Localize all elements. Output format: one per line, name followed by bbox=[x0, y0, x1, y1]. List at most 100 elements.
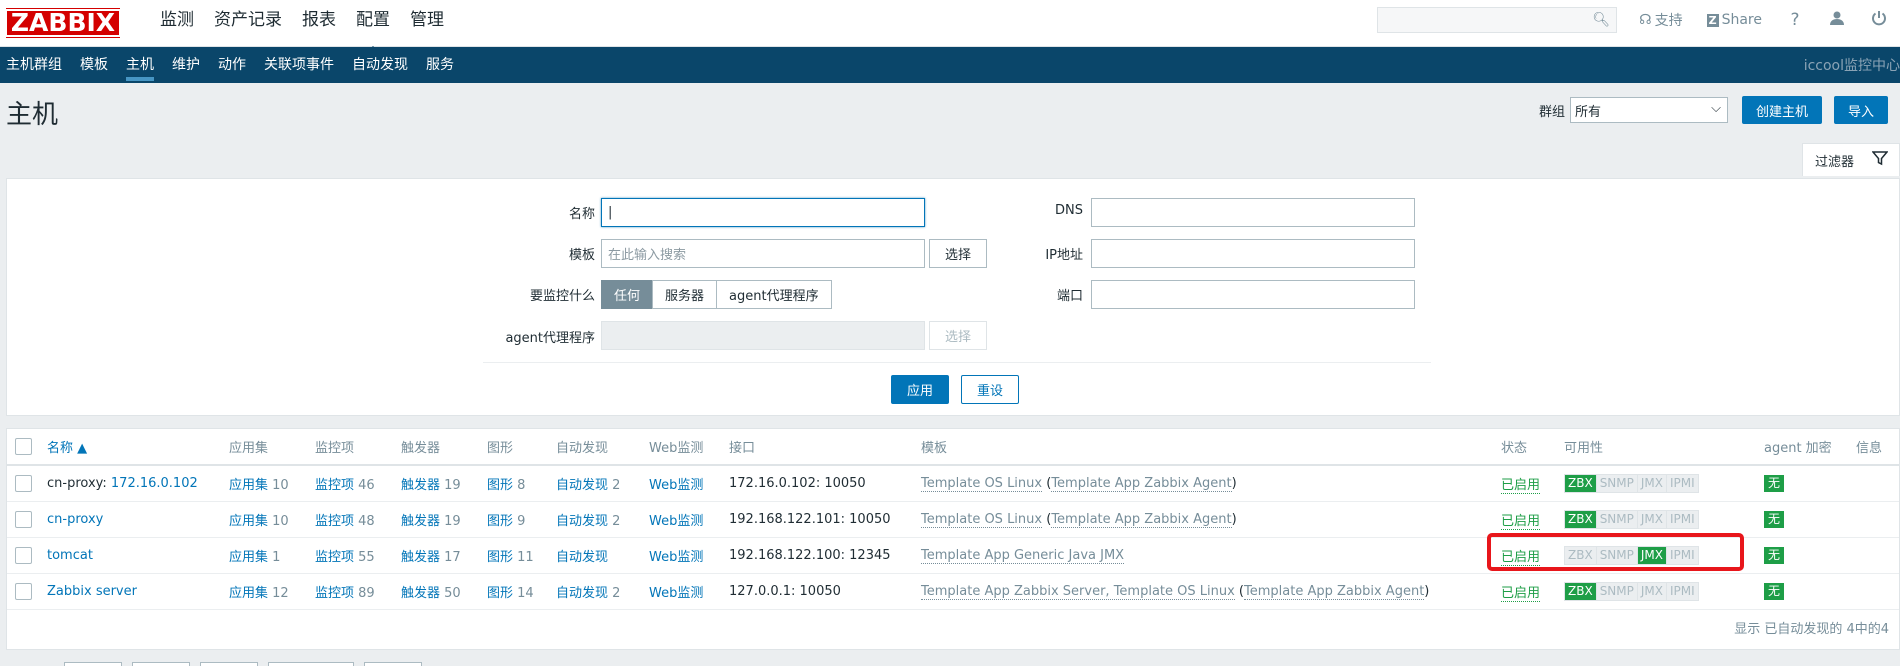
submenu-templates[interactable]: 模板 bbox=[80, 47, 120, 83]
group-select[interactable]: 所有 ⌵ bbox=[1569, 97, 1728, 123]
row-checkbox[interactable] bbox=[15, 510, 32, 528]
template-select-button[interactable]: 选择 bbox=[929, 239, 987, 268]
discovery-link[interactable]: 自动发现 bbox=[556, 550, 608, 565]
help-icon[interactable]: ? bbox=[1786, 10, 1804, 30]
search-icon[interactable]: 🔍︎ bbox=[1592, 12, 1610, 28]
row-checkbox[interactable] bbox=[15, 546, 32, 564]
graphs-link[interactable]: 图形 bbox=[487, 514, 513, 529]
host-name-link[interactable]: 172.16.0.102 bbox=[111, 476, 198, 491]
submenu-maintenance[interactable]: 维护 bbox=[172, 47, 212, 83]
triggers-link[interactable]: 触发器 bbox=[401, 550, 440, 565]
submenu-correlation[interactable]: 关联项事件 bbox=[264, 47, 346, 83]
submenu-discovery[interactable]: 自动发现 bbox=[352, 47, 420, 83]
support-link[interactable]: ☊ 支持 bbox=[1639, 10, 1682, 30]
filter-name-input[interactable]: | bbox=[601, 198, 925, 227]
parent-template-link[interactable]: Template App Zabbix Agent bbox=[1051, 511, 1232, 528]
host-name-link[interactable]: Zabbix server bbox=[47, 584, 137, 599]
parent-template-link[interactable]: Template App Zabbix Agent bbox=[1244, 583, 1425, 600]
template-link[interactable]: Template OS Linux bbox=[921, 475, 1043, 492]
row-checkbox[interactable] bbox=[15, 474, 32, 492]
web-monitoring-link[interactable]: Web监测 bbox=[649, 478, 703, 493]
availability-ipmi: IPMI bbox=[1667, 582, 1698, 600]
applications-link[interactable]: 应用集 bbox=[229, 550, 268, 565]
create-host-button[interactable]: 创建主机 bbox=[1741, 96, 1822, 124]
items-link[interactable]: 监控项 bbox=[315, 478, 354, 493]
import-button[interactable]: 导入 bbox=[1833, 96, 1888, 124]
global-search-input[interactable]: 🔍︎ bbox=[1377, 7, 1618, 33]
share-link[interactable]: Z Share bbox=[1706, 12, 1762, 28]
status-toggle[interactable]: 已启用 bbox=[1501, 513, 1541, 530]
filter-tab[interactable]: 过滤器 bbox=[1802, 143, 1900, 176]
info-cell bbox=[1852, 465, 1899, 502]
parent-template-link[interactable]: Template App Zabbix Agent bbox=[1051, 475, 1232, 492]
col-info: 信息 bbox=[1852, 429, 1899, 466]
col-status[interactable]: 状态 bbox=[1497, 429, 1560, 466]
template-link[interactable]: Template App Generic Java JMX bbox=[921, 547, 1125, 564]
discovery-link[interactable]: 自动发现 bbox=[556, 586, 608, 601]
submenu-services[interactable]: 服务 bbox=[426, 47, 466, 83]
row-checkbox[interactable] bbox=[15, 582, 32, 600]
discovery-link[interactable]: 自动发现 bbox=[556, 514, 608, 529]
filter-proxy-input[interactable] bbox=[601, 321, 925, 350]
status-toggle[interactable]: 已启用 bbox=[1501, 585, 1541, 602]
triggers-link[interactable]: 触发器 bbox=[401, 514, 440, 529]
web-monitoring-link[interactable]: Web监测 bbox=[649, 514, 703, 529]
web-monitoring-link[interactable]: Web监测 bbox=[649, 550, 703, 565]
items-link[interactable]: 监控项 bbox=[315, 586, 354, 601]
bottom-buttons bbox=[64, 662, 422, 666]
menu-inventory[interactable]: 资产记录 bbox=[204, 0, 292, 47]
monitor-server-option[interactable]: 服务器 bbox=[652, 280, 718, 309]
graphs-link[interactable]: 图形 bbox=[487, 586, 513, 601]
triggers-link[interactable]: 触发器 bbox=[401, 586, 440, 601]
template-link[interactable]: Template App Zabbix Server, Template OS … bbox=[921, 583, 1235, 600]
items-count: 55 bbox=[358, 549, 375, 565]
col-interface: 接口 bbox=[725, 429, 917, 466]
submenu-host-groups[interactable]: 主机群组 bbox=[6, 47, 74, 83]
action-stub[interactable] bbox=[200, 662, 258, 666]
discovery-link[interactable]: 自动发现 bbox=[556, 478, 608, 493]
hosts-table: 名称 ▲ 应用集 监控项 触发器 图形 自动发现 Web监测 接口 模板 状态 … bbox=[7, 429, 1899, 610]
logout-icon[interactable] bbox=[1870, 10, 1888, 31]
graphs-link[interactable]: 图形 bbox=[487, 550, 513, 565]
proxy-select-button[interactable]: 选择 bbox=[929, 321, 987, 350]
col-discovery: 自动发现 bbox=[552, 429, 645, 466]
col-name[interactable]: 名称 ▲ bbox=[43, 429, 225, 466]
availability-ipmi: IPMI bbox=[1667, 510, 1698, 528]
apply-button[interactable]: 应用 bbox=[891, 375, 949, 404]
applications-count: 10 bbox=[272, 477, 289, 493]
submenu-actions[interactable]: 动作 bbox=[218, 47, 258, 83]
user-profile-icon[interactable] bbox=[1828, 10, 1846, 31]
host-name-link[interactable]: cn-proxy bbox=[47, 512, 103, 527]
menu-configuration[interactable]: 配置 bbox=[346, 0, 400, 54]
host-name-link[interactable]: tomcat bbox=[47, 548, 93, 563]
encryption-badge: 无 bbox=[1764, 510, 1785, 528]
filter-dns-input[interactable] bbox=[1091, 198, 1415, 227]
items-link[interactable]: 监控项 bbox=[315, 514, 354, 529]
template-link[interactable]: Template OS Linux bbox=[921, 511, 1043, 528]
action-stub[interactable] bbox=[132, 662, 190, 666]
items-link[interactable]: 监控项 bbox=[315, 550, 354, 565]
web-monitoring-link[interactable]: Web监测 bbox=[649, 586, 703, 601]
filter-template-input[interactable]: 在此输入搜索 bbox=[601, 239, 925, 268]
triggers-link[interactable]: 触发器 bbox=[401, 478, 440, 493]
menu-monitoring[interactable]: 监测 bbox=[150, 0, 204, 47]
monitor-any-option[interactable]: 任何 bbox=[601, 280, 654, 309]
action-stub[interactable] bbox=[364, 662, 422, 666]
applications-link[interactable]: 应用集 bbox=[229, 478, 268, 493]
applications-link[interactable]: 应用集 bbox=[229, 586, 268, 601]
submenu-hosts[interactable]: 主机 bbox=[126, 47, 166, 83]
status-toggle[interactable]: 已启用 bbox=[1501, 477, 1541, 494]
filter-ip-label: IP地址 bbox=[1045, 248, 1083, 263]
monitor-proxy-option[interactable]: agent代理程序 bbox=[716, 280, 832, 309]
filter-ip-input[interactable] bbox=[1091, 239, 1415, 268]
reset-button[interactable]: 重设 bbox=[961, 375, 1019, 404]
zabbix-logo[interactable]: ZABBIX bbox=[4, 8, 122, 38]
menu-reports[interactable]: 报表 bbox=[292, 0, 346, 47]
menu-administration[interactable]: 管理 bbox=[400, 0, 454, 47]
filter-port-input[interactable] bbox=[1091, 280, 1415, 309]
graphs-link[interactable]: 图形 bbox=[487, 478, 513, 493]
applications-link[interactable]: 应用集 bbox=[229, 514, 268, 529]
select-all-checkbox[interactable] bbox=[15, 438, 32, 455]
action-stub[interactable] bbox=[64, 662, 122, 666]
action-stub[interactable] bbox=[268, 662, 354, 666]
